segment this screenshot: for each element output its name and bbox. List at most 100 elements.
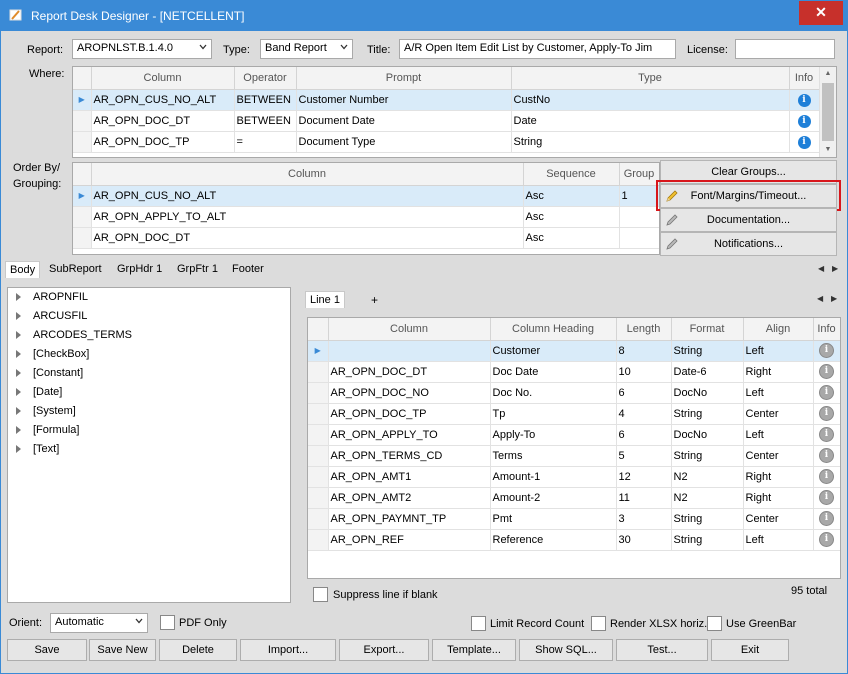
table-row[interactable]: AR_OPN_DOC_TP = Document Type String i — [73, 131, 836, 153]
cell-align[interactable]: Right — [743, 361, 814, 383]
cell-prompt[interactable]: Customer Number — [296, 89, 512, 111]
info-icon[interactable]: i — [797, 114, 811, 128]
cell-heading[interactable]: Amount-2 — [490, 487, 617, 509]
cell-column[interactable]: AR_OPN_AMT2 — [328, 487, 491, 509]
where-scrollbar[interactable]: ▲ ▼ — [819, 67, 836, 157]
order-grid[interactable]: Column Sequence Group ▶ AR_OPN_CUS_NO_AL… — [72, 162, 660, 255]
fields-grid[interactable]: Column Column Heading Length Format Alig… — [307, 317, 841, 579]
cell-type[interactable]: CustNo — [511, 89, 790, 111]
column-header[interactable]: Sequence — [523, 163, 620, 186]
table-row[interactable]: AR_OPN_DOC_DT Asc — [73, 227, 659, 249]
cell-column[interactable]: AR_OPN_REF — [328, 529, 491, 551]
cell-heading[interactable]: Pmt — [490, 508, 617, 530]
cell-length[interactable]: 6 — [616, 424, 672, 446]
column-header[interactable]: Column — [91, 67, 235, 90]
info-cell[interactable]: i — [813, 340, 840, 362]
column-header[interactable]: Operator — [234, 67, 297, 90]
table-row[interactable]: AR_OPN_AMT1 Amount-1 12 N2 Right i — [308, 466, 840, 488]
cell-length[interactable]: 11 — [616, 487, 672, 509]
expand-arrow-icon[interactable] — [16, 445, 21, 454]
column-header[interactable]: Info — [789, 67, 820, 90]
save-new-button[interactable]: Save New — [89, 639, 156, 661]
add-line-tab[interactable]: + — [371, 293, 378, 307]
expand-arrow-icon[interactable] — [16, 369, 21, 378]
field-tree[interactable]: AROPNFIL ARCUSFIL ARCODES_TERMS [CheckBo… — [7, 287, 291, 603]
close-button[interactable]: ✕ — [799, 1, 843, 25]
tab-grpftr-1[interactable]: GrpFtr 1 — [173, 261, 222, 277]
title-input[interactable]: A/R Open Item Edit List by Customer, App… — [399, 39, 676, 59]
cell-align[interactable]: Right — [743, 466, 814, 488]
tab-body[interactable]: Body — [5, 261, 41, 278]
tree-node[interactable]: ARCODES_TERMS — [16, 326, 132, 344]
column-header[interactable]: Type — [511, 67, 790, 90]
table-row[interactable]: ▶ Customer 8 String Left i — [308, 340, 840, 362]
cell-column[interactable]: AR_OPN_CUS_NO_ALT — [91, 89, 235, 111]
import-button[interactable]: Import... — [240, 639, 336, 661]
cell-length[interactable]: 8 — [616, 340, 672, 362]
column-header[interactable]: Format — [671, 318, 744, 341]
save-button[interactable]: Save — [7, 639, 87, 661]
cell-sequence[interactable]: Asc — [523, 227, 620, 249]
cell-length[interactable]: 4 — [616, 403, 672, 425]
documentation-button[interactable]: Documentation... — [660, 208, 837, 232]
info-cell[interactable]: i — [813, 361, 840, 383]
cell-format[interactable]: String — [671, 340, 744, 362]
info-icon[interactable]: i — [819, 427, 834, 442]
cell-length[interactable]: 12 — [616, 466, 672, 488]
expand-arrow-icon[interactable] — [16, 388, 21, 397]
cell-format[interactable]: Date-6 — [671, 361, 744, 383]
info-icon[interactable]: i — [819, 532, 834, 547]
info-icon[interactable]: i — [819, 385, 834, 400]
cell-format[interactable]: DocNo — [671, 424, 744, 446]
use-greenbar-checkbox[interactable] — [707, 616, 722, 631]
cell-column[interactable]: AR_OPN_TERMS_CD — [328, 445, 491, 467]
cell-format[interactable]: String — [671, 529, 744, 551]
notifications-button[interactable]: Notifications... — [660, 232, 837, 256]
cell-format[interactable]: DocNo — [671, 382, 744, 404]
info-icon[interactable]: i — [819, 448, 834, 463]
tab-subreport[interactable]: SubReport — [45, 261, 106, 277]
cell-column[interactable]: AR_OPN_DOC_DT — [91, 110, 235, 132]
cell-format[interactable]: N2 — [671, 466, 744, 488]
report-select[interactable]: AROPNLST.B.1.4.0 — [72, 39, 212, 59]
cell-align[interactable]: Left — [743, 424, 814, 446]
cell-align[interactable]: Center — [743, 508, 814, 530]
test-button[interactable]: Test... — [616, 639, 708, 661]
info-cell[interactable]: i — [813, 466, 840, 488]
show-sql-button[interactable]: Show SQL... — [519, 639, 613, 661]
cell-column[interactable] — [328, 340, 491, 362]
expand-arrow-icon[interactable] — [16, 312, 21, 321]
pdf-only-checkbox[interactable] — [160, 615, 175, 630]
column-header[interactable]: Column — [328, 318, 491, 341]
column-header[interactable]: Length — [616, 318, 672, 341]
cell-heading[interactable]: Doc Date — [490, 361, 617, 383]
column-header[interactable]: Info — [813, 318, 840, 341]
table-row[interactable]: ▶ AR_OPN_CUS_NO_ALT BETWEEN Customer Num… — [73, 89, 836, 111]
cell-heading[interactable]: Doc No. — [490, 382, 617, 404]
cell-column[interactable]: AR_OPN_DOC_DT — [91, 227, 524, 249]
cell-heading[interactable]: Tp — [490, 403, 617, 425]
cell-operator[interactable]: = — [234, 131, 297, 153]
exit-button[interactable]: Exit — [711, 639, 789, 661]
export-button[interactable]: Export... — [339, 639, 429, 661]
tree-node[interactable]: [CheckBox] — [16, 345, 89, 363]
info-cell[interactable]: i — [789, 131, 820, 153]
cell-type[interactable]: String — [511, 131, 790, 153]
column-header[interactable]: Column — [91, 163, 524, 186]
cell-column[interactable]: AR_OPN_APPLY_TO_ALT — [91, 206, 524, 228]
cell-column[interactable]: AR_OPN_PAYMNT_TP — [328, 508, 491, 530]
info-icon[interactable]: i — [797, 135, 811, 149]
info-icon[interactable]: i — [819, 343, 834, 358]
line-scroll-left-icon[interactable]: ◀ — [817, 294, 823, 303]
info-cell[interactable]: i — [813, 403, 840, 425]
info-cell[interactable]: i — [813, 445, 840, 467]
cell-operator[interactable]: BETWEEN — [234, 89, 297, 111]
type-select[interactable]: Band Report — [260, 39, 353, 59]
tree-node[interactable]: ARCUSFIL — [16, 307, 87, 325]
table-row[interactable]: AR_OPN_APPLY_TO_ALT Asc — [73, 206, 659, 228]
cell-prompt[interactable]: Document Date — [296, 110, 512, 132]
cell-column[interactable]: AR_OPN_DOC_TP — [328, 403, 491, 425]
info-cell[interactable]: i — [789, 89, 820, 111]
info-cell[interactable]: i — [813, 529, 840, 551]
cell-align[interactable]: Left — [743, 529, 814, 551]
